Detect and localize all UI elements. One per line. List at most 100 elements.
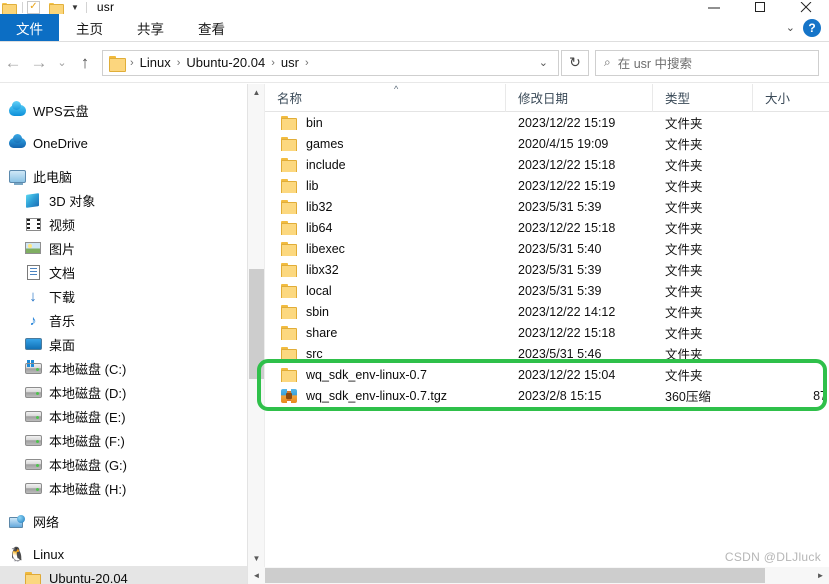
scroll-right-button[interactable]: ► — [812, 567, 829, 584]
table-row[interactable]: lib 2023/12/22 15:19 文件夹 — [265, 175, 829, 196]
tab-view[interactable]: 查看 — [181, 14, 242, 41]
sidebar-item-3[interactable]: 3D 对象 — [0, 188, 247, 212]
file-name-label: wq_sdk_env-linux-0.7 — [306, 367, 427, 382]
sidebar-item-17[interactable]: 🐧 Linux — [0, 542, 247, 566]
column-header-size[interactable]: 大小 — [753, 84, 829, 112]
tab-share[interactable]: 共享 — [120, 14, 181, 41]
table-row[interactable]: lib32 2023/5/31 5:39 文件夹 — [265, 196, 829, 217]
cell-name[interactable]: libx32 — [265, 263, 506, 277]
file-name-label: libexec — [306, 241, 345, 256]
sidebar-item-12[interactable]: 本地磁盘 (E:) — [0, 404, 247, 428]
help-button[interactable]: ? — [803, 18, 821, 37]
breadcrumb-item-ubuntu[interactable]: Ubuntu-20.04 — [181, 55, 270, 70]
folder-icon — [281, 116, 297, 130]
recent-locations-button[interactable]: ⌄ — [52, 48, 72, 78]
vertical-scroll-thumb[interactable] — [249, 269, 264, 379]
sidebar-item-15[interactable]: 本地磁盘 (H:) — [0, 476, 247, 500]
column-header-date[interactable]: 修改日期 — [506, 84, 653, 112]
scroll-down-button[interactable]: ▼ — [248, 550, 265, 567]
sidebar-item-5[interactable]: 图片 — [0, 236, 247, 260]
table-row[interactable]: share 2023/12/22 15:18 文件夹 — [265, 322, 829, 343]
column-header-name[interactable]: 名称 ^ — [265, 84, 506, 112]
sidebar-item-2[interactable]: 此电脑 — [0, 164, 247, 188]
music-icon: ♪ — [29, 312, 37, 328]
cell-type: 文件夹 — [665, 180, 703, 194]
folder-icon — [281, 347, 297, 361]
sidebar-item-14[interactable]: 本地磁盘 (G:) — [0, 452, 247, 476]
maximize-icon[interactable] — [737, 0, 783, 14]
sidebar-item-0[interactable]: WPS云盘 — [0, 98, 247, 122]
scroll-up-button[interactable]: ▲ — [248, 84, 265, 101]
forward-button[interactable]: → — [26, 48, 52, 78]
cell-name[interactable]: lib — [265, 179, 506, 193]
refresh-button[interactable]: ↻ — [561, 49, 589, 76]
file-name-label: lib — [306, 178, 319, 193]
address-dropdown-icon[interactable]: ⌄ — [533, 56, 554, 69]
tab-home[interactable]: 主页 — [59, 14, 120, 41]
sidebar-item-9[interactable]: 桌面 — [0, 332, 247, 356]
folder-icon[interactable] — [49, 0, 64, 14]
scroll-left-button[interactable]: ◄ — [248, 567, 265, 584]
chevron-down-icon[interactable]: ▼ — [71, 0, 79, 14]
breadcrumb-folder-icon — [109, 55, 126, 72]
table-row[interactable]: libx32 2023/5/31 5:39 文件夹 — [265, 259, 829, 280]
sidebar-item-13[interactable]: 本地磁盘 (F:) — [0, 428, 247, 452]
table-row[interactable]: lib64 2023/12/22 15:18 文件夹 — [265, 217, 829, 238]
sidebar-item-11[interactable]: 本地磁盘 (D:) — [0, 380, 247, 404]
sidebar-item-1[interactable]: OneDrive — [0, 131, 247, 155]
cell-name[interactable]: sbin — [265, 305, 506, 319]
search-input[interactable]: ⌕ 在 usr 中搜索 — [595, 49, 819, 76]
file-name-label: src — [306, 346, 323, 361]
table-row[interactable]: wq_sdk_env-linux-0.7 2023/12/22 15:04 文件夹 — [265, 364, 829, 385]
qat-folder-small-icon[interactable] — [2, 0, 17, 14]
sidebar-item-7[interactable]: ↓ 下载 — [0, 284, 247, 308]
cell-date: 2023/12/22 15:18 — [518, 157, 616, 172]
folder-icon — [281, 200, 297, 214]
table-row[interactable]: libexec 2023/5/31 5:40 文件夹 — [265, 238, 829, 259]
table-row[interactable]: sbin 2023/12/22 14:12 文件夹 — [265, 301, 829, 322]
cell-name[interactable]: libexec — [265, 242, 506, 256]
back-button[interactable]: ← — [0, 48, 26, 78]
cell-name[interactable]: local — [265, 284, 506, 298]
table-row[interactable]: games 2020/4/15 19:09 文件夹 — [265, 133, 829, 154]
sidebar-item-8[interactable]: ♪ 音乐 — [0, 308, 247, 332]
chevron-down-icon[interactable]: ⌄ — [786, 21, 795, 34]
sidebar-item-16[interactable]: 网络 — [0, 509, 247, 533]
sidebar-item-10[interactable]: 本地磁盘 (C:) — [0, 356, 247, 380]
checkbox-checked-icon[interactable]: ✓ — [27, 0, 40, 14]
cell-name[interactable]: wq_sdk_env-linux-0.7 — [265, 368, 506, 382]
cell-name[interactable]: games — [265, 137, 506, 151]
cell-name[interactable]: wq_sdk_env-linux-0.7.tgz — [265, 388, 506, 403]
cell-date: 2023/12/22 14:12 — [518, 304, 616, 319]
column-header-type[interactable]: 类型 — [653, 84, 753, 112]
minimize-icon[interactable] — [691, 0, 737, 14]
table-row[interactable]: bin 2023/12/22 15:19 文件夹 — [265, 112, 829, 133]
search-placeholder: 在 usr 中搜索 — [617, 57, 693, 71]
tab-file[interactable]: 文件 — [0, 14, 59, 41]
cell-name[interactable]: share — [265, 326, 506, 340]
close-icon[interactable] — [783, 0, 829, 14]
cell-name[interactable]: lib64 — [265, 221, 506, 235]
cell-name[interactable]: lib32 — [265, 200, 506, 214]
drive-icon — [24, 408, 42, 424]
vertical-scrollbar[interactable]: ▲ ▼ — [248, 84, 265, 584]
cell-name[interactable]: src — [265, 347, 506, 361]
breadcrumb-item-linux[interactable]: Linux — [135, 55, 176, 70]
breadcrumb-item-usr[interactable]: usr — [276, 55, 304, 70]
cell-name[interactable]: bin — [265, 116, 506, 130]
horizontal-scrollbar[interactable]: ◄ ► — [248, 567, 829, 584]
table-row[interactable]: include 2023/12/22 15:18 文件夹 — [265, 154, 829, 175]
sidebar-item-4[interactable]: 视频 — [0, 212, 247, 236]
up-button[interactable]: ↑ — [72, 48, 98, 78]
sidebar-item-18[interactable]: Ubuntu-20.04 — [0, 566, 247, 584]
breadcrumb[interactable]: › Linux › Ubuntu-20.04 › usr › ⌄ — [102, 49, 559, 76]
sidebar-item-6[interactable]: 文档 — [0, 260, 247, 284]
horizontal-scroll-track[interactable] — [265, 567, 812, 584]
ribbon-tabs: 文件 主页 共享 查看 ⌄ ? — [0, 14, 829, 42]
table-row[interactable]: wq_sdk_env-linux-0.7.tgz 2023/2/8 15:15 36… — [265, 385, 829, 406]
cell-name[interactable]: include — [265, 158, 506, 172]
file-name-label: include — [306, 157, 346, 172]
table-row[interactable]: src 2023/5/31 5:46 文件夹 — [265, 343, 829, 364]
table-row[interactable]: local 2023/5/31 5:39 文件夹 — [265, 280, 829, 301]
horizontal-scroll-thumb[interactable] — [265, 568, 765, 583]
